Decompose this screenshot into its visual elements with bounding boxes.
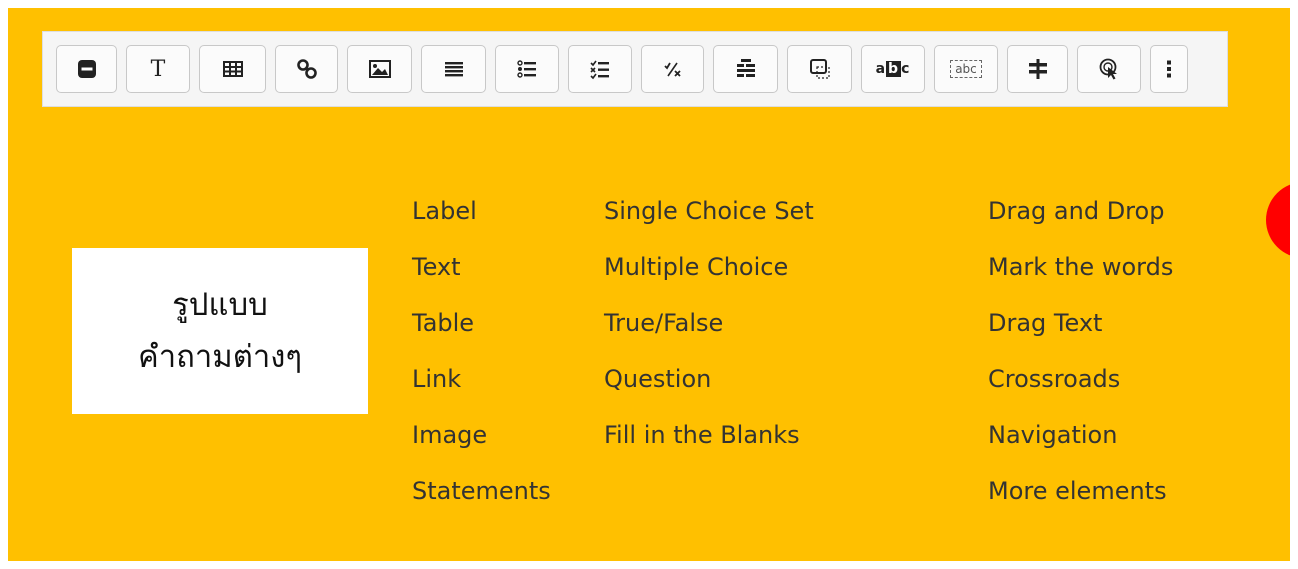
header-button[interactable] — [56, 45, 117, 93]
drag-text-icon: abc — [950, 60, 982, 78]
radio-list-icon — [517, 60, 536, 78]
link-icon — [296, 59, 317, 79]
list-item-image[interactable]: Image — [412, 407, 551, 463]
list-item-statements[interactable]: Statements — [412, 463, 551, 519]
mark-words-icon: abc — [875, 61, 911, 77]
slide-canvas: T abc abc รูปแบบ คำถามต่างๆ Label Text T… — [8, 8, 1290, 561]
multiple-choice-button[interactable] — [568, 45, 632, 93]
true-false-button[interactable] — [641, 45, 704, 93]
table-button[interactable] — [199, 45, 266, 93]
checkbox-list-icon — [590, 60, 609, 80]
element-list-column-2: Single Choice Set Multiple Choice True/F… — [604, 183, 814, 463]
navigation-button[interactable] — [1077, 45, 1141, 93]
list-item-label[interactable]: Label — [412, 183, 551, 239]
fill-blanks-icon — [809, 59, 830, 79]
statements-button[interactable] — [421, 45, 486, 93]
minus-block-icon — [77, 60, 96, 78]
true-false-icon — [663, 62, 681, 77]
list-item-table[interactable]: Table — [412, 295, 551, 351]
more-elements-button[interactable] — [1150, 45, 1188, 93]
hotspot-click-icon — [1099, 58, 1117, 80]
crossroads-icon — [1028, 59, 1047, 79]
list-item-question[interactable]: Question — [604, 351, 814, 407]
image-icon — [368, 60, 391, 78]
element-list-column-3: Drag and Drop Mark the words Drag Text C… — [988, 183, 1173, 519]
question-set-icon — [736, 59, 755, 77]
single-choice-button[interactable] — [495, 45, 559, 93]
textbox-line-2: คำถามต่างๆ — [137, 339, 303, 375]
element-toolbar: T abc abc — [42, 31, 1228, 107]
list-item-true-false[interactable]: True/False — [604, 295, 814, 351]
list-item-multiple-choice[interactable]: Multiple Choice — [604, 239, 814, 295]
question-types-textbox: รูปแบบ คำถามต่างๆ — [72, 248, 368, 414]
image-button[interactable] — [347, 45, 412, 93]
list-item-mark-the-words[interactable]: Mark the words — [988, 239, 1173, 295]
list-item-fill-in-the-blanks[interactable]: Fill in the Blanks — [604, 407, 814, 463]
element-list-column-1: Label Text Table Link Image Statements — [412, 183, 551, 519]
more-vertical-icon — [1167, 60, 1171, 78]
text-t-icon: T — [150, 56, 166, 82]
textbox-line-1: รูปแบบ — [172, 287, 268, 323]
list-item-link[interactable]: Link — [412, 351, 551, 407]
fill-blanks-button[interactable] — [787, 45, 852, 93]
red-circle-marker — [1266, 182, 1290, 258]
list-item-crossroads[interactable]: Crossroads — [988, 351, 1173, 407]
mark-words-button[interactable]: abc — [861, 45, 925, 93]
list-item-navigation[interactable]: Navigation — [988, 407, 1173, 463]
list-item-text[interactable]: Text — [412, 239, 551, 295]
list-item-drag-text[interactable]: Drag Text — [988, 295, 1173, 351]
question-button[interactable] — [713, 45, 778, 93]
text-button[interactable]: T — [126, 45, 190, 93]
crossroads-button[interactable] — [1007, 45, 1068, 93]
list-icon — [444, 62, 463, 77]
list-item-single-choice-set[interactable]: Single Choice Set — [604, 183, 814, 239]
list-item-more-elements[interactable]: More elements — [988, 463, 1173, 519]
table-icon — [222, 61, 243, 77]
link-button[interactable] — [275, 45, 338, 93]
drag-text-button[interactable]: abc — [934, 45, 998, 93]
list-item-drag-and-drop[interactable]: Drag and Drop — [988, 183, 1173, 239]
